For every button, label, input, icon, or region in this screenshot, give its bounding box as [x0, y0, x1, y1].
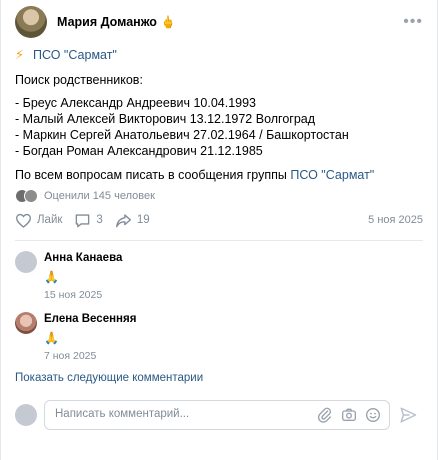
shares-count: 19	[136, 214, 150, 226]
search-title: Поиск родственников:	[15, 73, 143, 87]
post-date[interactable]: 5 ноя 2025	[368, 214, 423, 226]
comment-text: 🙏	[44, 331, 59, 345]
emoji-icon[interactable]	[365, 407, 381, 423]
comment-input[interactable]	[55, 408, 315, 420]
send-icon[interactable]	[399, 406, 417, 424]
like-button[interactable]: Лайк	[15, 213, 62, 228]
comments-count: 3	[96, 214, 103, 226]
comment-date[interactable]: 15 ноя 2025	[44, 289, 102, 301]
post-header: Мария Доманжо 🖕 •••	[15, 6, 423, 38]
attach-icon[interactable]	[317, 407, 333, 423]
author-emoji: 🖕	[160, 15, 176, 29]
comment-button[interactable]: 3	[74, 213, 103, 228]
camera-icon[interactable]	[341, 407, 357, 423]
avatar[interactable]	[15, 312, 37, 334]
comment-author[interactable]: Анна Канаева	[44, 252, 122, 264]
comment-item: Анна Канаева 🙏 15 ноя 2025	[15, 251, 423, 301]
share-icon	[115, 213, 131, 227]
contact-group-link[interactable]: ПСО "Сармат"	[290, 168, 374, 182]
author-avatar[interactable]	[15, 6, 47, 38]
show-more-comments-link[interactable]: Показать следующие комментарии	[15, 372, 203, 384]
divider	[15, 240, 423, 241]
comment-input-box	[44, 400, 390, 430]
avatar[interactable]	[15, 251, 37, 273]
list-item: - Богдан Роман Александрович 21.12.1985	[15, 144, 263, 158]
comment-composer	[15, 400, 423, 432]
contact-text: По всем вопросам писать в сообщения груп…	[15, 168, 291, 182]
comment-date[interactable]: 7 ноя 2025	[44, 350, 96, 362]
comment-text: 🙏	[44, 270, 59, 284]
reactor-avatar	[24, 189, 38, 203]
post-card: Мария Доманжо 🖕 ••• ⚡ ПСО "Сармат" Поиск…	[0, 0, 438, 460]
heart-icon	[15, 213, 32, 228]
comment-item: Елена Весенняя 🙏 7 ноя 2025	[15, 312, 423, 362]
comment-icon	[76, 213, 90, 227]
list-item: - Бреус Александр Андреевич 10.04.1993	[15, 96, 257, 110]
author-name[interactable]: Мария Доманжо	[57, 15, 157, 29]
more-icon[interactable]: •••	[403, 14, 423, 30]
group-line: ⚡ ПСО "Сармат"	[15, 46, 423, 64]
reactions-summary[interactable]: Оценили 145 человек	[15, 188, 155, 204]
list-item: - Малый Алексей Викторович 13.12.1972 Во…	[15, 112, 316, 126]
group-link[interactable]: ПСО "Сармат"	[33, 47, 117, 63]
avatar	[15, 404, 37, 426]
rated-count: Оценили 145 человек	[44, 190, 155, 202]
post-body: ⚡ ПСО "Сармат" Поиск родственников: - Бр…	[15, 46, 423, 183]
post-actions: Лайк 3 19 5 ноя 2025	[15, 210, 423, 230]
composer-tools	[309, 407, 381, 423]
contact-line: По всем вопросам писать в сообщения груп…	[15, 167, 423, 183]
bolt-icon: ⚡	[15, 47, 25, 62]
people-list: - Бреус Александр Андреевич 10.04.1993 -…	[15, 95, 423, 159]
comment-author[interactable]: Елена Весенняя	[44, 313, 136, 325]
list-item: - Маркин Сергей Анатольевич 27.02.1964 /…	[15, 128, 349, 142]
share-button[interactable]: 19	[115, 213, 150, 228]
like-label: Лайк	[37, 214, 63, 226]
